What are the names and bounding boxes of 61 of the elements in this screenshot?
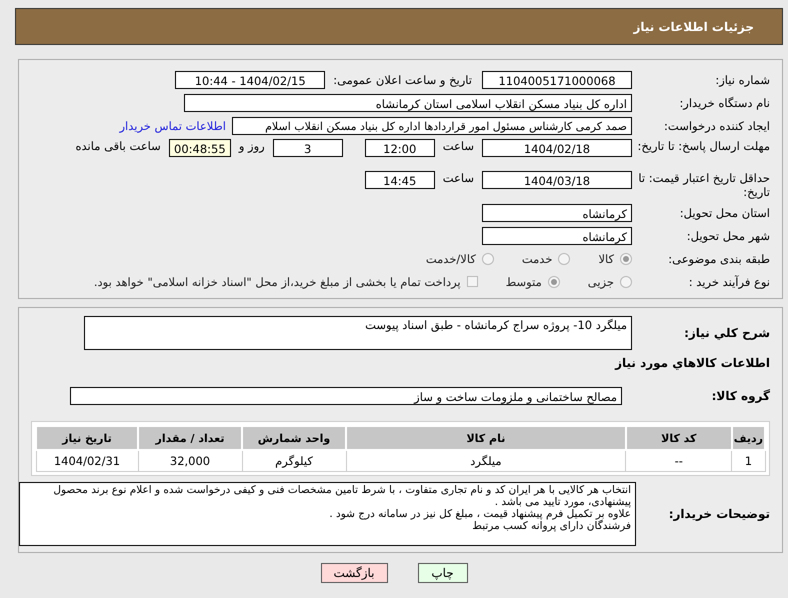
field-label: ساعت باقی مانده <box>76 139 161 153</box>
column-header: نام کالا <box>346 426 626 450</box>
field-label: توضیحات خریدار: <box>668 507 770 521</box>
field-label: شماره نیاز: <box>714 72 770 86</box>
city-field[interactable]: کرمانشاه <box>482 226 632 244</box>
field-label: شهر محل تحویل: <box>686 228 770 242</box>
field-label: ساعت <box>442 139 474 153</box>
column-header: واحد شمارش <box>242 426 346 450</box>
radio-button[interactable] <box>620 276 632 288</box>
validity-date-field[interactable]: 1404/03/18 <box>482 171 632 189</box>
checkbox[interactable] <box>466 276 478 287</box>
table-cell: میلگرد <box>346 450 626 472</box>
buyer-contact-link[interactable]: اطلاعات تماس خریدار <box>119 118 226 132</box>
buyer-org-field[interactable]: اداره کل بنیاد مسکن انقلاب اسلامی استان کرمانشاه <box>184 94 632 112</box>
need-number-field[interactable]: 1104005171000068 <box>482 70 632 88</box>
radio-button[interactable] <box>558 252 570 264</box>
goods-group-field[interactable]: مصالح ساختمانی و ملزومات ساخت و ساز <box>70 386 622 404</box>
option-label: خدمت <box>522 252 552 266</box>
field-label: استان محل تحویل: <box>678 206 770 220</box>
field-label: ایجاد کننده درخواست: <box>663 118 770 132</box>
option-label: جزیی <box>588 274 614 288</box>
deadline-time-field[interactable]: 12:00 <box>364 139 435 157</box>
field-label: تاریخ و ساعت اعلان عمومی: <box>333 72 472 86</box>
field-label: روز و <box>238 139 265 153</box>
validity-time-field[interactable]: 14:45 <box>364 171 435 189</box>
table-cell: 1 <box>732 450 765 472</box>
field-label: گروه کالا: <box>710 388 770 402</box>
field-label: مهلت ارسال پاسخ: تا تاریخ: <box>636 139 770 153</box>
back-button[interactable]: بازگشت <box>320 563 388 583</box>
province-field[interactable]: کرمانشاه <box>482 204 632 222</box>
table-cell: کیلوگرم <box>242 450 346 472</box>
column-header: ردیف <box>732 426 765 450</box>
radio-button[interactable] <box>482 252 494 264</box>
radio-button[interactable] <box>548 276 560 288</box>
field-label: نوع فرآیند خرید : <box>688 274 770 288</box>
option-label: پرداخت تمام یا بخشی از مبلغ خرید،از محل "اسناد خزانه اسلامی" خواهد بود. <box>94 274 461 288</box>
column-header: تاریخ نیاز <box>36 426 138 450</box>
column-header: تعداد / مقدار <box>138 426 242 450</box>
table-cell: 32,000 <box>138 450 242 472</box>
radio-button[interactable] <box>620 252 632 264</box>
field-label: نام دستگاه خریدار: <box>678 96 770 110</box>
buyer-notes-textarea[interactable]: انتخاب هر کالایی با هر ایران کد و نام تجاری متفاوت ، با شرط تامین مشخصات فنی و کیفی درخواست شده و اعلام نوع برند محصول پیشنهادی، مورد تایید می باشد . علاوه بر تکمیل فرم پیشنهاد قیمت ، مبلغ کل نیز در سامانه درج شود . فرشندگان دارای پروانه کسب مرتبط <box>19 482 636 546</box>
option-label: کالا/خدمت <box>426 252 476 266</box>
header-title: جزئیات اطلاعات نیاز <box>633 20 754 34</box>
table-cell: -- <box>626 450 732 472</box>
field-label: حداقل تاریخ اعتبار قیمت: تا تاریخ: <box>637 171 770 199</box>
announce-date-field[interactable]: 1404/02/15 - 10:44 <box>175 70 326 88</box>
option-label: کالا <box>598 252 614 266</box>
column-header: کد کالا <box>626 426 732 450</box>
section-title: اطلاعات کالاهاي مورد نیاز <box>615 355 770 372</box>
option-label: متوسط <box>506 274 542 288</box>
print-button[interactable]: چاپ <box>418 563 468 583</box>
field-label: ساعت <box>442 171 474 185</box>
creator-field[interactable]: صمد کرمی کارشناس مسئول امور قراردادها اداره کل بنیاد مسکن انقلاب اسلام <box>232 116 632 134</box>
deadline-date-field[interactable]: 1404/02/18 <box>482 139 632 157</box>
description-textarea[interactable]: میلگرد 10- پروژه سراج کرمانشاه - طبق اسناد پیوست <box>84 316 632 350</box>
field-label: شرح کلي نیاز: <box>683 326 770 340</box>
table-cell: 1404/02/31 <box>36 450 138 472</box>
days-field[interactable]: 3 <box>272 139 343 157</box>
remaining-time-field[interactable]: 00:48:55 <box>168 139 231 157</box>
field-label: طبقه بندی موضوعی: <box>667 252 770 266</box>
